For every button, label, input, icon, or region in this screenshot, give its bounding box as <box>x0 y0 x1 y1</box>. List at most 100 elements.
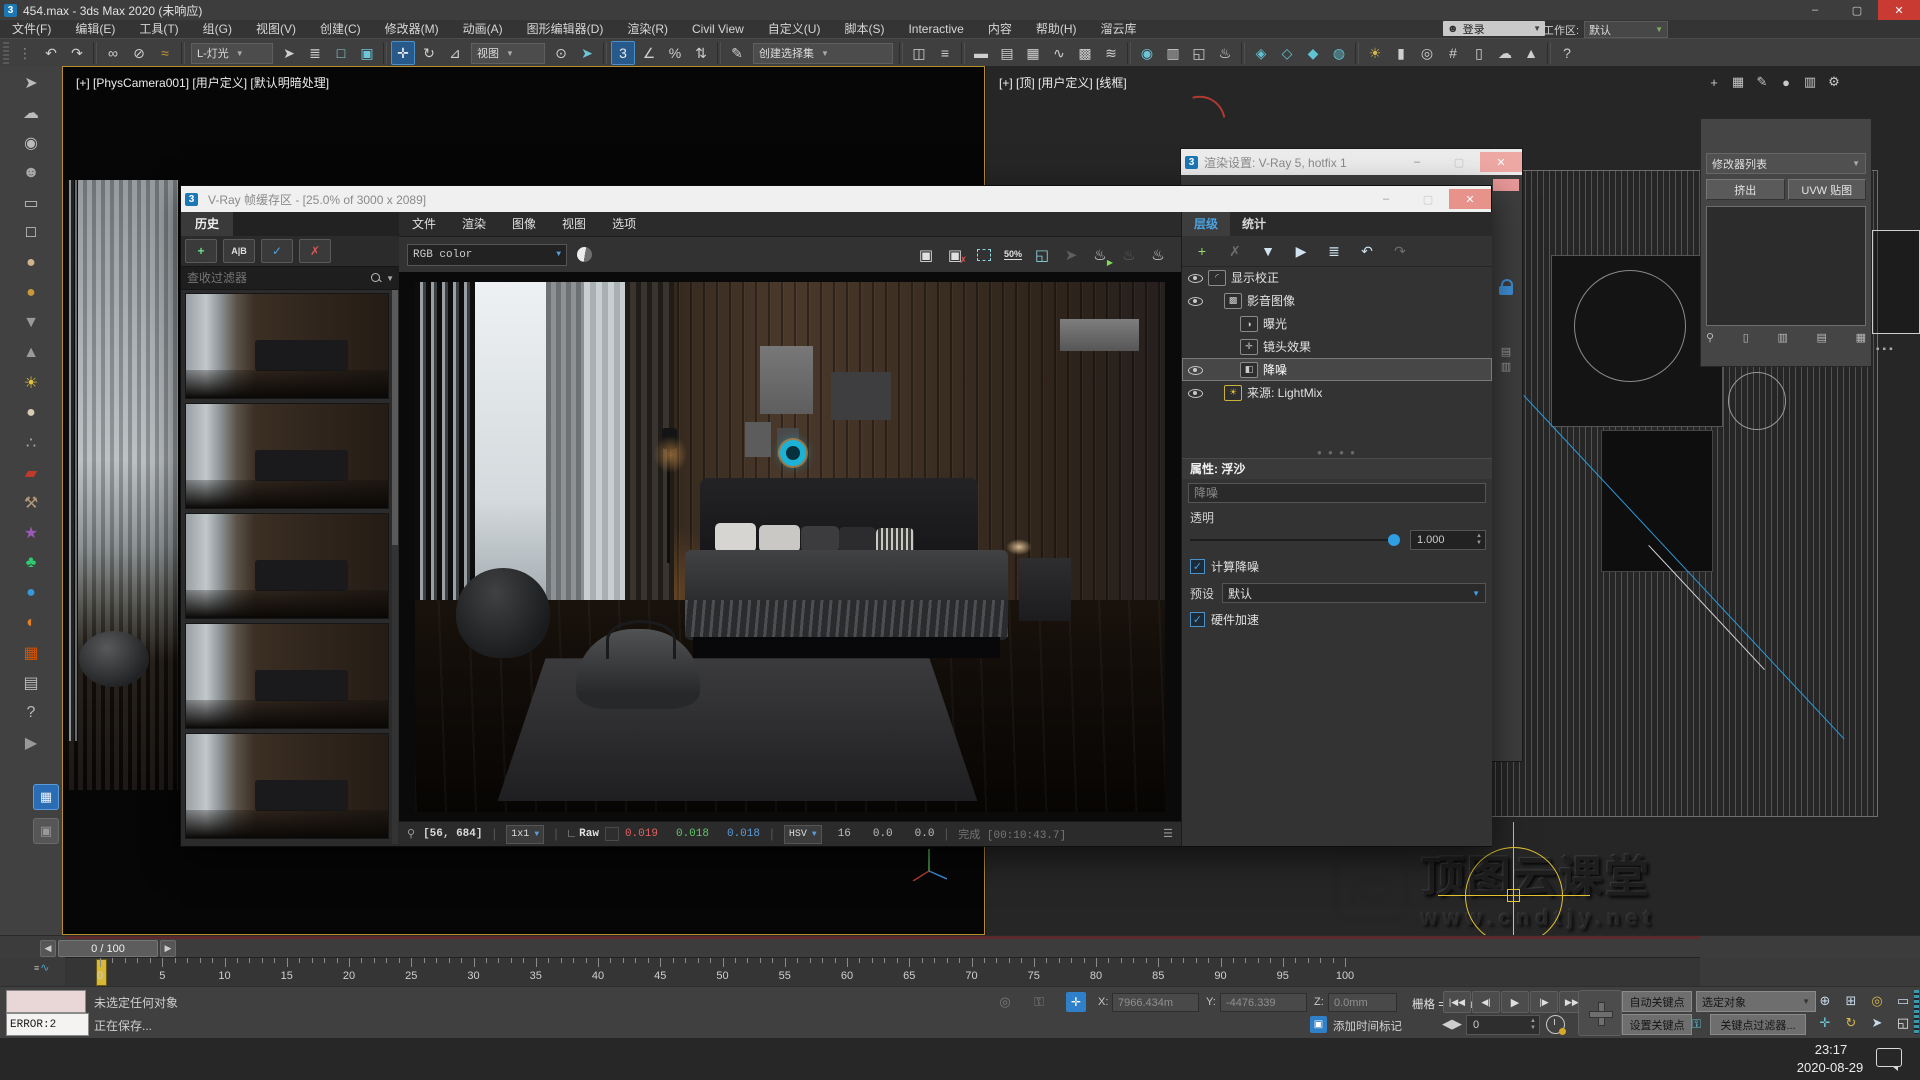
reference-coordinate-dropdown[interactable]: 视图▼ <box>471 43 545 64</box>
render-last-icon[interactable]: ♨▶ <box>1087 243 1113 267</box>
tab-stats[interactable]: 统计 <box>1230 212 1278 236</box>
spinner-arrows-icon[interactable]: ▲▼ <box>1473 533 1485 547</box>
ab-compare-icon[interactable]: A|B <box>223 239 255 263</box>
layer-row-显示校正[interactable]: ◜显示校正 <box>1182 266 1492 289</box>
plane-icon[interactable]: ▭ <box>9 189 53 216</box>
pin-stack-icon[interactable]: ⚲ <box>1706 331 1714 344</box>
menu-item-C[interactable]: 创建(C) <box>308 20 373 38</box>
edit-named-sets-icon[interactable]: ✎ <box>725 41 749 65</box>
menu-item-G[interactable]: 组(G) <box>191 20 244 38</box>
selection-lock-icon[interactable]: ⚿ <box>1030 993 1048 1011</box>
maximize-button[interactable]: ▢ <box>1836 0 1878 20</box>
layer-row-影音图像[interactable]: ▩影音图像 <box>1182 289 1492 312</box>
render-settings-title-bar[interactable]: 3 渲染设置: V-Ray 5, hotfix 1 – ▢ ✕ <box>1181 149 1522 175</box>
eye-cell[interactable] <box>1182 363 1208 376</box>
chevron-down-icon[interactable]: ▼ <box>386 274 394 283</box>
set-compare-icon[interactable]: ✓ <box>261 239 293 263</box>
redo-icon[interactable]: ↷ <box>65 41 89 65</box>
person-icon[interactable]: ☻ <box>9 159 53 186</box>
add-to-history-icon[interactable]: + <box>185 239 217 263</box>
teal-3-icon[interactable]: ◆ <box>1301 41 1325 65</box>
mirror-icon[interactable]: ◫ <box>907 41 931 65</box>
maxscript-error[interactable]: ERROR:2 <box>6 1013 89 1036</box>
color-mode-dropdown[interactable]: HSV ▼ <box>784 825 822 844</box>
zoom-region-icon[interactable]: ▭ <box>1890 990 1916 1012</box>
display-colors-icon[interactable] <box>577 247 592 262</box>
vfb-menu-图像[interactable]: 图像 <box>499 212 549 236</box>
teal-1-icon[interactable]: ◈ <box>1249 41 1273 65</box>
render-history-thumbnail[interactable] <box>185 623 389 729</box>
teal-4-icon[interactable]: ◍ <box>1327 41 1351 65</box>
remove-modifier-icon[interactable]: ▤ <box>1817 331 1827 344</box>
help-ic-icon[interactable]: ? <box>1555 41 1579 65</box>
orbit-icon[interactable]: ↻ <box>1838 1012 1864 1034</box>
window-crossing-icon[interactable]: ▣ <box>355 41 379 65</box>
walk-icon[interactable]: ➤ <box>1864 1012 1890 1034</box>
layer-row-曝光[interactable]: ◑曝光 <box>1182 312 1492 335</box>
pencil-icon[interactable]: ✎ <box>1750 71 1774 93</box>
vfb-title-bar[interactable]: 3 V-Ray 帧缓存区 - [25.0% of 3000 x 2089] – … <box>181 186 1491 212</box>
zoom-extents-icon[interactable]: ◎ <box>1864 990 1890 1012</box>
region-select-icon[interactable]: □ <box>971 243 997 267</box>
modifier-button-extrude[interactable]: 挤出 <box>1706 179 1785 200</box>
key-filters-button[interactable]: 关键点过滤器... <box>1710 1014 1806 1035</box>
mini-curve-editor-button[interactable]: ≡∿ <box>34 961 60 981</box>
frame-icon[interactable]: □ <box>9 219 53 246</box>
rendered-frame-icon[interactable]: ◱ <box>1187 41 1211 65</box>
tab-layers[interactable]: 层级 <box>1182 212 1230 236</box>
render-setup-icon[interactable]: ▥ <box>1161 41 1185 65</box>
help-icon[interactable]: ? <box>9 699 53 726</box>
play-icon[interactable]: ▶ <box>9 729 53 756</box>
select-by-name-icon[interactable]: ≣ <box>303 41 327 65</box>
preset-dropdown[interactable]: 默认 ▼ <box>1222 583 1486 603</box>
sphere-tan-icon[interactable]: ● <box>9 249 53 276</box>
select-link-icon[interactable]: ∞ <box>101 41 125 65</box>
modifier-stack[interactable] <box>1706 206 1866 326</box>
sun-icon[interactable]: ☀ <box>9 369 53 396</box>
y-field[interactable]: -4476.339 <box>1220 993 1307 1012</box>
select-scale-icon[interactable]: ⊿ <box>443 41 467 65</box>
previous-frame-arrow[interactable]: ◀ <box>40 940 56 957</box>
visibility-eye-icon[interactable] <box>1188 363 1203 376</box>
auto-key-button[interactable]: 自动关键点 <box>1622 991 1692 1012</box>
bowl-gold-icon[interactable]: ● <box>9 279 53 306</box>
state-sets-icon[interactable]: ▮ <box>1389 41 1413 65</box>
transform-type-in-icon[interactable]: ✛ <box>1066 992 1086 1012</box>
settings-icon[interactable]: ⚙ <box>1822 71 1846 93</box>
menu-item-V[interactable]: 视图(V) <box>244 20 308 38</box>
close-button[interactable]: ✕ <box>1878 0 1920 20</box>
current-frame-field[interactable]: 0 ▲▼ <box>1466 1015 1540 1035</box>
configure-sets-icon[interactable]: ▦ <box>1856 331 1866 344</box>
maximize-button[interactable]: ▢ <box>1407 189 1449 209</box>
fit-frame-icon[interactable]: ◱ <box>1029 243 1055 267</box>
layer-row-镜头效果[interactable]: ✛镜头效果 <box>1182 335 1492 358</box>
camera-viewport-label[interactable]: [+] [PhysCamera001] [用户定义] [默认明暗处理] <box>76 74 329 91</box>
opacity-spinner[interactable]: 1.000 ▲▼ <box>1410 530 1486 550</box>
leaf-green-icon[interactable]: ♣ <box>9 549 53 576</box>
star-purple-icon[interactable]: ★ <box>9 519 53 546</box>
zoom-50-icon[interactable]: 50% <box>1000 243 1026 267</box>
undo-icon[interactable]: ↶ <box>1353 240 1381 262</box>
bind-spacewarp-icon[interactable]: ≈ <box>153 41 177 65</box>
box-orange-icon[interactable]: ▦ <box>9 639 53 666</box>
next-frame-arrow[interactable]: ▶ <box>160 940 176 957</box>
load-layers-icon[interactable]: ▶ <box>1287 240 1315 262</box>
use-center-icon[interactable]: ⊙ <box>549 41 573 65</box>
max-toggle-icon[interactable]: ◱ <box>1890 1012 1916 1034</box>
dope-sheet-icon[interactable]: ▩ <box>1073 41 1097 65</box>
select-manipulate-icon[interactable]: ➤ <box>575 41 599 65</box>
menu-item-D[interactable]: 图形编辑器(D) <box>515 20 616 38</box>
pointer-icon[interactable]: ➤ <box>9 69 53 96</box>
history-scrollbar[interactable] <box>392 290 398 844</box>
save-layers-icon[interactable]: ▼ <box>1254 240 1282 262</box>
modifier-list-dropdown[interactable]: 修改器列表 ▼ <box>1706 153 1866 174</box>
add-tab-icon[interactable]: + <box>1702 71 1726 93</box>
visibility-eye-icon[interactable] <box>1188 294 1203 307</box>
plugin-grid-button[interactable]: ▦ <box>33 784 59 810</box>
select-rotate-icon[interactable]: ↻ <box>417 41 441 65</box>
show-end-result-icon[interactable]: ▯ <box>1743 331 1749 344</box>
track-bar[interactable]: 0510152025303540455055606570758085909510… <box>65 957 1700 987</box>
isolate-icon[interactable]: ◎ <box>1415 41 1439 65</box>
play-button[interactable]: ▶ <box>1501 991 1529 1013</box>
light-analysis-icon[interactable]: ☀ <box>1363 41 1387 65</box>
